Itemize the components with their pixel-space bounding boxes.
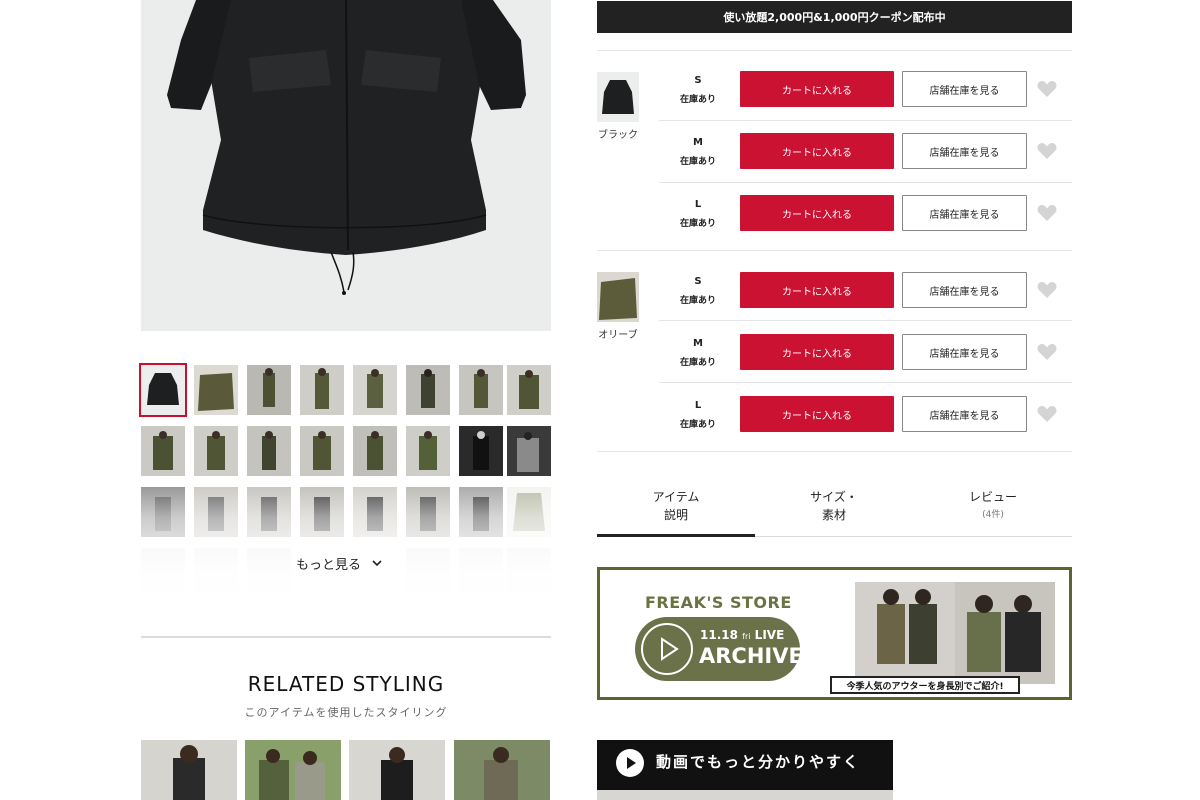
section-divider [141, 636, 551, 638]
coat-image [141, 0, 551, 331]
styling-photo[interactable] [245, 740, 341, 800]
related-styling-title: RELATED STYLING [247, 672, 445, 696]
add-to-cart-button[interactable]: カートに入れる [740, 71, 894, 107]
size-label: L [694, 400, 702, 411]
tab-label: レビュー [968, 490, 1017, 504]
heart-icon[interactable] [1037, 142, 1057, 160]
color-swatch-olive[interactable] [597, 272, 639, 322]
thumbnail[interactable] [507, 426, 551, 476]
thumbnail[interactable] [459, 365, 503, 415]
divider [659, 120, 1072, 121]
styling-photo[interactable] [141, 740, 237, 800]
related-styling-list [141, 740, 551, 800]
show-more-label: もっと見る [296, 557, 362, 573]
tab-label: サイズ・ [810, 490, 858, 504]
thumbnail[interactable] [247, 426, 291, 476]
thumbnail-selected[interactable] [139, 363, 187, 417]
add-to-cart-button[interactable]: カートに入れる [740, 133, 894, 169]
coupon-banner[interactable]: 使い放題2,000円&1,000円クーポン配布中 [597, 1, 1072, 33]
review-count: (4件) [982, 510, 1004, 520]
size-label: S [694, 276, 702, 287]
store-stock-button[interactable]: 店舗在庫を見る [902, 396, 1027, 432]
coat-olive-thumbnail [597, 272, 639, 322]
thumbnail[interactable] [353, 365, 397, 415]
thumbnail[interactable] [141, 426, 185, 476]
store-logo-text: FREAK'S STORE [645, 593, 792, 612]
divider [659, 382, 1072, 383]
banner-caption: 今季人気のアウターを身長別でご紹介! [830, 676, 1020, 694]
main-product-photo[interactable] [141, 0, 551, 331]
chevron-down-icon [372, 560, 382, 567]
color-name: オリーブ [598, 330, 638, 341]
active-tab-indicator [597, 534, 755, 537]
video-banner[interactable]: 動画でもっと分かりやすく [597, 740, 893, 800]
stock-status: 在庫あり [679, 358, 716, 368]
size-label: M [693, 137, 703, 148]
stock-status: 在庫あり [679, 157, 716, 167]
video-banner-text: 動画でもっと分かりやすく [656, 753, 861, 771]
size-label: L [694, 199, 702, 210]
show-more-button[interactable]: もっと見る [296, 552, 396, 574]
size-label: M [693, 338, 703, 349]
thumbnail[interactable] [353, 426, 397, 476]
play-icon [641, 623, 693, 675]
archive-pill: 11.18 fri LIVE ARCHIVE [635, 617, 803, 681]
divider [597, 50, 1072, 51]
tab-size-material[interactable]: サイズ・ 素材 [755, 488, 913, 536]
stock-status: 在庫あり [679, 219, 716, 229]
styling-photo[interactable] [349, 740, 445, 800]
store-stock-button[interactable]: 店舗在庫を見る [902, 334, 1027, 370]
stock-status: 在庫あり [679, 296, 716, 306]
divider [659, 182, 1072, 183]
live-staff-photo [855, 582, 1055, 684]
heart-icon[interactable] [1037, 281, 1057, 299]
styling-photo[interactable] [454, 740, 550, 800]
color-swatch-black[interactable] [597, 72, 639, 122]
store-stock-button[interactable]: 店舗在庫を見る [902, 133, 1027, 169]
tab-item-description[interactable]: アイテム 説明 [597, 488, 755, 536]
thumbnail[interactable] [507, 365, 551, 415]
heart-icon[interactable] [1037, 343, 1057, 361]
live-date: 11.18 fri LIVE [700, 628, 785, 642]
thumbnail[interactable] [300, 365, 344, 415]
store-stock-button[interactable]: 店舗在庫を見る [902, 71, 1027, 107]
archive-label: ARCHIVE [699, 644, 803, 668]
thumbnail[interactable] [300, 426, 344, 476]
divider [597, 250, 1072, 251]
thumbnail[interactable] [247, 365, 291, 415]
stock-status: 在庫あり [679, 420, 716, 430]
thumbnail-coat-black [141, 365, 185, 415]
store-stock-button[interactable]: 店舗在庫を見る [902, 195, 1027, 231]
thumbnail[interactable] [194, 365, 238, 415]
thumbnail-fade-overlay [141, 480, 551, 605]
divider [659, 320, 1072, 321]
tab-label: 説明 [663, 508, 688, 522]
thumbnail[interactable] [459, 426, 503, 476]
heart-icon[interactable] [1037, 80, 1057, 98]
thumbnail[interactable] [406, 365, 450, 415]
related-styling-subtitle: このアイテムを使用したスタイリング [244, 706, 448, 719]
store-stock-button[interactable]: 店舗在庫を見る [902, 272, 1027, 308]
add-to-cart-button[interactable]: カートに入れる [740, 396, 894, 432]
size-label: S [694, 75, 702, 86]
tab-review[interactable]: レビュー (4件) [914, 488, 1072, 536]
tab-label: 素材 [821, 508, 846, 522]
coat-black-thumbnail [597, 72, 639, 122]
add-to-cart-button[interactable]: カートに入れる [740, 272, 894, 308]
tab-label: アイテム [652, 490, 700, 504]
add-to-cart-button[interactable]: カートに入れる [740, 195, 894, 231]
add-to-cart-button[interactable]: カートに入れる [740, 334, 894, 370]
color-name: ブラック [598, 130, 638, 141]
live-archive-banner[interactable]: FREAK'S STORE 11.18 fri LIVE ARCHIVE 今季人… [597, 567, 1072, 700]
play-icon [616, 749, 644, 777]
video-preview-strip [597, 790, 893, 800]
thumbnail[interactable] [406, 426, 450, 476]
thumbnail[interactable] [194, 426, 238, 476]
heart-icon[interactable] [1037, 405, 1057, 423]
divider [597, 451, 1072, 452]
heart-icon[interactable] [1037, 204, 1057, 222]
stock-status: 在庫あり [679, 95, 716, 105]
